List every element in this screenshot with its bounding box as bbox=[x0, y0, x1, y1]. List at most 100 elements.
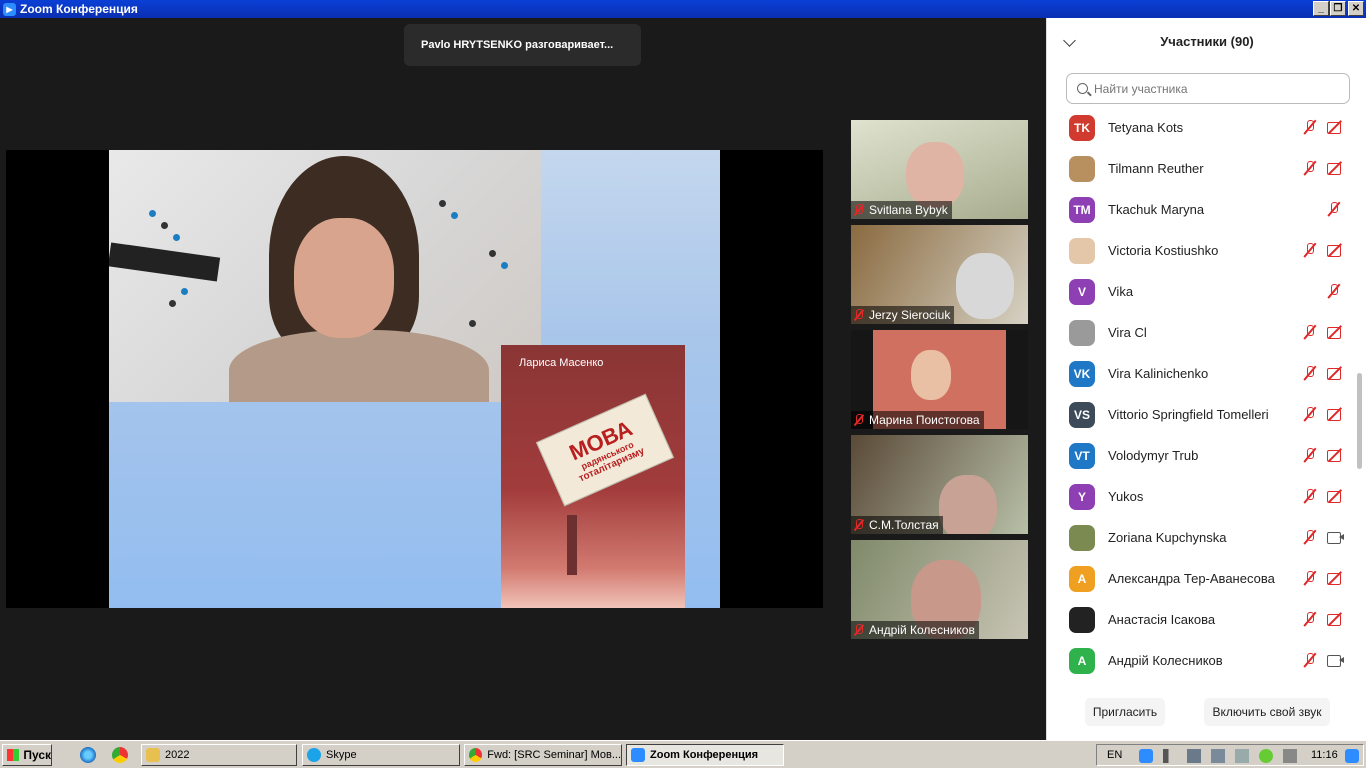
zoom-icon bbox=[631, 748, 645, 762]
scrollbar[interactable] bbox=[1357, 373, 1362, 469]
volume-icon[interactable] bbox=[1283, 749, 1297, 763]
participant-row[interactable]: TK Tetyana Kots bbox=[1047, 107, 1355, 148]
invite-button[interactable]: Пригласить bbox=[1085, 698, 1165, 726]
participant-row[interactable]: A Александра Тер-Аванесова bbox=[1047, 558, 1355, 599]
participant-row[interactable]: Zoriana Kupchynska bbox=[1047, 517, 1355, 558]
avatar: Y bbox=[1069, 484, 1095, 510]
participant-row[interactable]: VT Volodymyr Trub bbox=[1047, 435, 1355, 476]
mic-muted-icon[interactable] bbox=[1303, 447, 1317, 463]
participant-name: Tilmann Reuther bbox=[1108, 161, 1204, 176]
video-tile-label: Jerzy Sierociuk bbox=[851, 306, 955, 324]
video-on-icon[interactable] bbox=[1327, 531, 1344, 544]
mic-muted-icon[interactable] bbox=[1303, 242, 1317, 258]
participant-row[interactable]: Victoria Kostiushko bbox=[1047, 230, 1355, 271]
taskbar-chrome-email[interactable]: Fwd: [SRC Seminar] Мов... bbox=[464, 744, 622, 766]
taskbar-folder-2022[interactable]: 2022 bbox=[141, 744, 297, 766]
video-tile[interactable]: Марина Поистогова bbox=[851, 330, 1028, 429]
participant-name: Vira Kalinichenko bbox=[1108, 366, 1209, 381]
video-tile[interactable]: Андрій Колесников bbox=[851, 540, 1028, 639]
mic-muted-icon[interactable] bbox=[1303, 529, 1317, 545]
mic-muted-icon[interactable] bbox=[1303, 488, 1317, 504]
video-off-icon[interactable] bbox=[1327, 572, 1344, 585]
minimize-button[interactable]: _ bbox=[1313, 1, 1329, 16]
participant-face bbox=[911, 350, 951, 400]
participant-face bbox=[956, 253, 1014, 319]
zoom-tray-icon[interactable] bbox=[1139, 749, 1153, 763]
zoom-app-icon: ▶ bbox=[3, 2, 16, 16]
clock: 11:16 bbox=[1311, 749, 1338, 761]
participant-row[interactable]: A Андрій Колесников bbox=[1047, 640, 1355, 681]
participant-row[interactable]: VS Vittorio Springfield Tomelleri bbox=[1047, 394, 1355, 435]
video-off-icon[interactable] bbox=[1327, 326, 1344, 339]
video-off-icon[interactable] bbox=[1327, 490, 1344, 503]
avatar: TM bbox=[1069, 197, 1095, 223]
start-button[interactable]: Пуск bbox=[2, 744, 52, 766]
maximize-button[interactable]: ❐ bbox=[1330, 1, 1346, 16]
display-icon[interactable] bbox=[1187, 749, 1201, 763]
chrome-icon[interactable] bbox=[112, 747, 128, 763]
mic-muted-icon[interactable] bbox=[1303, 652, 1317, 668]
video-tile[interactable]: С.М.Толстая bbox=[851, 435, 1028, 534]
video-off-icon[interactable] bbox=[1327, 121, 1344, 134]
muted-mic-icon bbox=[853, 519, 864, 531]
video-off-icon[interactable] bbox=[1327, 613, 1344, 626]
avatar: VT bbox=[1069, 443, 1095, 469]
video-off-icon[interactable] bbox=[1327, 244, 1344, 257]
avatar: A bbox=[1069, 648, 1095, 674]
participant-row[interactable]: Анастасія Ісакова bbox=[1047, 599, 1355, 640]
video-tile[interactable]: Svitlana Bybyk bbox=[851, 120, 1028, 219]
book-author: Лариса Масенко bbox=[519, 357, 604, 369]
network-icon[interactable] bbox=[1211, 749, 1225, 763]
participant-row[interactable]: V Vika bbox=[1047, 271, 1355, 312]
mic-muted-icon[interactable] bbox=[1327, 201, 1341, 217]
video-off-icon[interactable] bbox=[1327, 449, 1344, 462]
video-tile-label: Андрій Колесников bbox=[851, 621, 979, 639]
unmute-button[interactable]: Включить свой звук bbox=[1204, 698, 1330, 726]
search-icon bbox=[1077, 83, 1088, 94]
speaker-icon[interactable] bbox=[1163, 749, 1177, 763]
title-bar[interactable]: ▶ Zoom Конференция _ ❐ ✕ bbox=[0, 0, 1366, 18]
avatar bbox=[1069, 525, 1095, 551]
sign-stick bbox=[567, 515, 577, 575]
mic-muted-icon[interactable] bbox=[1303, 119, 1317, 135]
mic-muted-icon[interactable] bbox=[1303, 406, 1317, 422]
mic-muted-icon[interactable] bbox=[1303, 160, 1317, 176]
microphone-stand bbox=[109, 242, 221, 282]
internet-explorer-icon[interactable] bbox=[80, 747, 96, 763]
participant-row[interactable]: TM Tkachuk Maryna bbox=[1047, 189, 1355, 230]
mic-muted-icon[interactable] bbox=[1303, 324, 1317, 340]
talking-indicator: Pavlo HRYTSENKO разговаривает... bbox=[404, 24, 641, 66]
search-input[interactable] bbox=[1094, 81, 1324, 96]
video-off-icon[interactable] bbox=[1327, 408, 1344, 421]
video-off-icon[interactable] bbox=[1327, 162, 1344, 175]
participant-row[interactable]: Y Yukos bbox=[1047, 476, 1355, 517]
participant-name: Vittorio Springfield Tomelleri bbox=[1108, 407, 1269, 422]
participant-name: Vira Cl bbox=[1108, 325, 1147, 340]
mic-muted-icon[interactable] bbox=[1327, 283, 1341, 299]
zoom-tray-icon[interactable] bbox=[1345, 749, 1359, 763]
participant-row[interactable]: Tilmann Reuther bbox=[1047, 148, 1355, 189]
mic-muted-icon[interactable] bbox=[1303, 570, 1317, 586]
muted-mic-icon bbox=[853, 414, 864, 426]
close-button[interactable]: ✕ bbox=[1348, 1, 1364, 16]
participant-name: Tetyana Kots bbox=[1108, 120, 1184, 135]
app-tray-icon[interactable] bbox=[1259, 749, 1273, 763]
chrome-icon bbox=[469, 748, 483, 762]
participant-face bbox=[939, 475, 997, 534]
video-off-icon[interactable] bbox=[1327, 367, 1344, 380]
mic-muted-icon[interactable] bbox=[1303, 365, 1317, 381]
video-on-icon[interactable] bbox=[1327, 654, 1344, 667]
participant-row[interactable]: VK Vira Kalinichenko bbox=[1047, 353, 1355, 394]
taskbar-skype[interactable]: Skype bbox=[302, 744, 460, 766]
video-tile[interactable]: Jerzy Sierociuk bbox=[851, 225, 1028, 324]
device-icon[interactable] bbox=[1235, 749, 1249, 763]
avatar bbox=[1069, 238, 1095, 264]
participants-panel: Участники (90) TK Tetyana Kots Tilmann Reu… bbox=[1046, 18, 1366, 740]
taskbar-zoom[interactable]: Zoom Конференция bbox=[626, 744, 784, 766]
language-indicator[interactable]: EN bbox=[1107, 749, 1122, 761]
avatar: TK bbox=[1069, 115, 1095, 141]
zoom-window: ▶ Zoom Конференция _ ❐ ✕ Pavlo HRYTSENKO… bbox=[0, 0, 1366, 740]
participant-search[interactable] bbox=[1066, 73, 1350, 104]
participant-row[interactable]: Vira Cl bbox=[1047, 312, 1355, 353]
mic-muted-icon[interactable] bbox=[1303, 611, 1317, 627]
